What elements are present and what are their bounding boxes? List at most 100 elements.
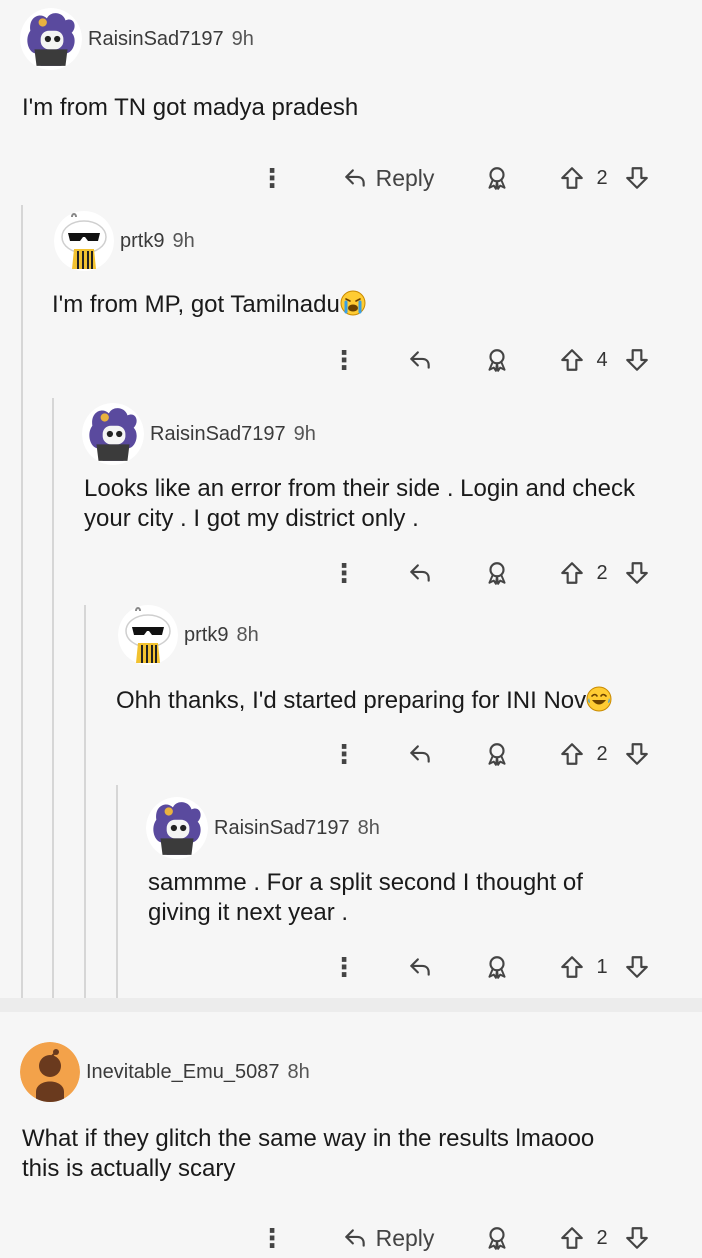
award-icon bbox=[484, 741, 510, 767]
comment-body: What if they glitch the same way in the … bbox=[22, 1124, 594, 1184]
reply-button[interactable] bbox=[405, 734, 435, 774]
more-options-button[interactable]: ⋮ bbox=[331, 947, 357, 987]
timestamp: 8h bbox=[287, 1060, 310, 1083]
upvote-arrow-icon bbox=[559, 954, 585, 980]
crying-face-emoji-icon bbox=[340, 290, 366, 316]
reply-label: Reply bbox=[375, 1224, 435, 1251]
reply-button[interactable] bbox=[405, 553, 435, 593]
upvote-button[interactable] bbox=[558, 158, 586, 198]
downvote-button[interactable] bbox=[622, 734, 652, 774]
comment-actions: ⋮ 2 bbox=[0, 734, 702, 774]
timestamp: 8h bbox=[357, 816, 380, 839]
vote-count: 4 bbox=[596, 348, 608, 371]
more-options-button[interactable]: ⋮ bbox=[259, 1218, 285, 1258]
comment-actions: ⋮ Reply 2 bbox=[0, 158, 702, 198]
comment-actions: ⋮ Reply 2 bbox=[0, 1218, 702, 1258]
comment-text-line: What if they glitch the same way in the … bbox=[22, 1125, 595, 1152]
reply-arrow-icon bbox=[342, 165, 368, 191]
reply-button[interactable] bbox=[405, 947, 435, 987]
reply-button[interactable]: Reply bbox=[338, 1218, 438, 1258]
upvote-button[interactable] bbox=[558, 340, 586, 380]
username[interactable]: RaisinSad7197 bbox=[150, 423, 286, 446]
reply-arrow-icon bbox=[342, 1225, 368, 1251]
comment-body: I'm from MP, got Tamilnadu bbox=[52, 290, 366, 320]
reply-arrow-icon bbox=[407, 347, 433, 373]
username[interactable]: RaisinSad7197 bbox=[88, 28, 224, 51]
thread-line[interactable] bbox=[52, 398, 54, 1000]
comment-header: prtk9 8h bbox=[118, 598, 259, 672]
username[interactable]: Inevitable_Emu_5087 bbox=[86, 1061, 279, 1084]
upvote-button[interactable] bbox=[558, 553, 586, 593]
downvote-arrow-icon bbox=[624, 560, 650, 586]
downvote-arrow-icon bbox=[624, 347, 650, 373]
award-icon bbox=[484, 560, 510, 586]
comment-text-line: your city . I got my district only . bbox=[84, 505, 419, 532]
thread-line[interactable] bbox=[21, 205, 23, 1000]
comment-actions: ⋮ 2 bbox=[0, 553, 702, 593]
upvote-arrow-icon bbox=[559, 347, 585, 373]
timestamp: 9h bbox=[293, 422, 316, 445]
comment-text-line: sammme . For a split second I thought of bbox=[148, 869, 583, 896]
award-button[interactable] bbox=[482, 734, 512, 774]
vote-count: 2 bbox=[596, 1226, 608, 1249]
vote-count: 1 bbox=[596, 955, 608, 978]
downvote-button[interactable] bbox=[622, 947, 652, 987]
upvote-button[interactable] bbox=[558, 734, 586, 774]
reply-arrow-icon bbox=[407, 954, 433, 980]
downvote-arrow-icon bbox=[624, 954, 650, 980]
more-options-button[interactable]: ⋮ bbox=[259, 158, 285, 198]
avatar[interactable] bbox=[20, 1042, 80, 1102]
username[interactable]: RaisinSad7197 bbox=[214, 817, 350, 840]
downvote-arrow-icon bbox=[624, 1225, 650, 1251]
comment-thread: RaisinSad7197 9h I'm from TN got madya p… bbox=[0, 0, 702, 1000]
award-button[interactable] bbox=[482, 340, 512, 380]
reply-button[interactable]: Reply bbox=[338, 158, 438, 198]
more-options-button[interactable]: ⋮ bbox=[331, 340, 357, 380]
award-button[interactable] bbox=[482, 947, 512, 987]
upvote-arrow-icon bbox=[559, 741, 585, 767]
comment-actions: ⋮ 1 bbox=[0, 947, 702, 987]
vote-count: 2 bbox=[596, 561, 608, 584]
downvote-arrow-icon bbox=[624, 741, 650, 767]
award-button[interactable] bbox=[482, 158, 512, 198]
avatar[interactable] bbox=[146, 797, 208, 859]
comment-text: Ohh thanks, I'd started preparing for IN… bbox=[116, 687, 587, 714]
downvote-button[interactable] bbox=[622, 553, 652, 593]
comment-text-line: this is actually scary bbox=[22, 1155, 236, 1182]
avatar[interactable] bbox=[118, 598, 178, 672]
downvote-button[interactable] bbox=[622, 158, 652, 198]
thread-divider bbox=[0, 998, 702, 1012]
reply-arrow-icon bbox=[407, 741, 433, 767]
award-icon bbox=[484, 165, 510, 191]
downvote-button[interactable] bbox=[622, 340, 652, 380]
reply-arrow-icon bbox=[407, 560, 433, 586]
award-button[interactable] bbox=[482, 1218, 512, 1258]
award-button[interactable] bbox=[482, 553, 512, 593]
comment-body: sammme . For a split second I thought of… bbox=[148, 868, 583, 928]
avatar[interactable] bbox=[54, 204, 114, 278]
comment-body: I'm from TN got madya pradesh bbox=[22, 94, 359, 121]
comment-text-line: Looks like an error from their side . Lo… bbox=[84, 475, 635, 502]
downvote-arrow-icon bbox=[624, 165, 650, 191]
comment-body: Looks like an error from their side . Lo… bbox=[84, 474, 635, 534]
upvote-button[interactable] bbox=[558, 947, 586, 987]
timestamp: 9h bbox=[172, 229, 195, 252]
avatar[interactable] bbox=[20, 8, 82, 70]
downvote-button[interactable] bbox=[622, 1218, 652, 1258]
vote-count: 2 bbox=[596, 742, 608, 765]
username[interactable]: prtk9 bbox=[184, 624, 228, 647]
thread-line[interactable] bbox=[84, 605, 86, 1000]
comment-header: RaisinSad7197 9h bbox=[82, 403, 316, 465]
comment-header: prtk9 9h bbox=[54, 204, 195, 278]
username[interactable]: prtk9 bbox=[120, 230, 164, 253]
more-options-button[interactable]: ⋮ bbox=[331, 553, 357, 593]
timestamp: 9h bbox=[231, 27, 254, 50]
upvote-button[interactable] bbox=[558, 1218, 586, 1258]
upvote-arrow-icon bbox=[559, 560, 585, 586]
laughing-face-emoji-icon bbox=[586, 686, 612, 712]
reply-button[interactable] bbox=[405, 340, 435, 380]
award-icon bbox=[484, 1225, 510, 1251]
comment-body: Ohh thanks, I'd started preparing for IN… bbox=[116, 686, 612, 716]
avatar[interactable] bbox=[82, 403, 144, 465]
more-options-button[interactable]: ⋮ bbox=[331, 734, 357, 774]
